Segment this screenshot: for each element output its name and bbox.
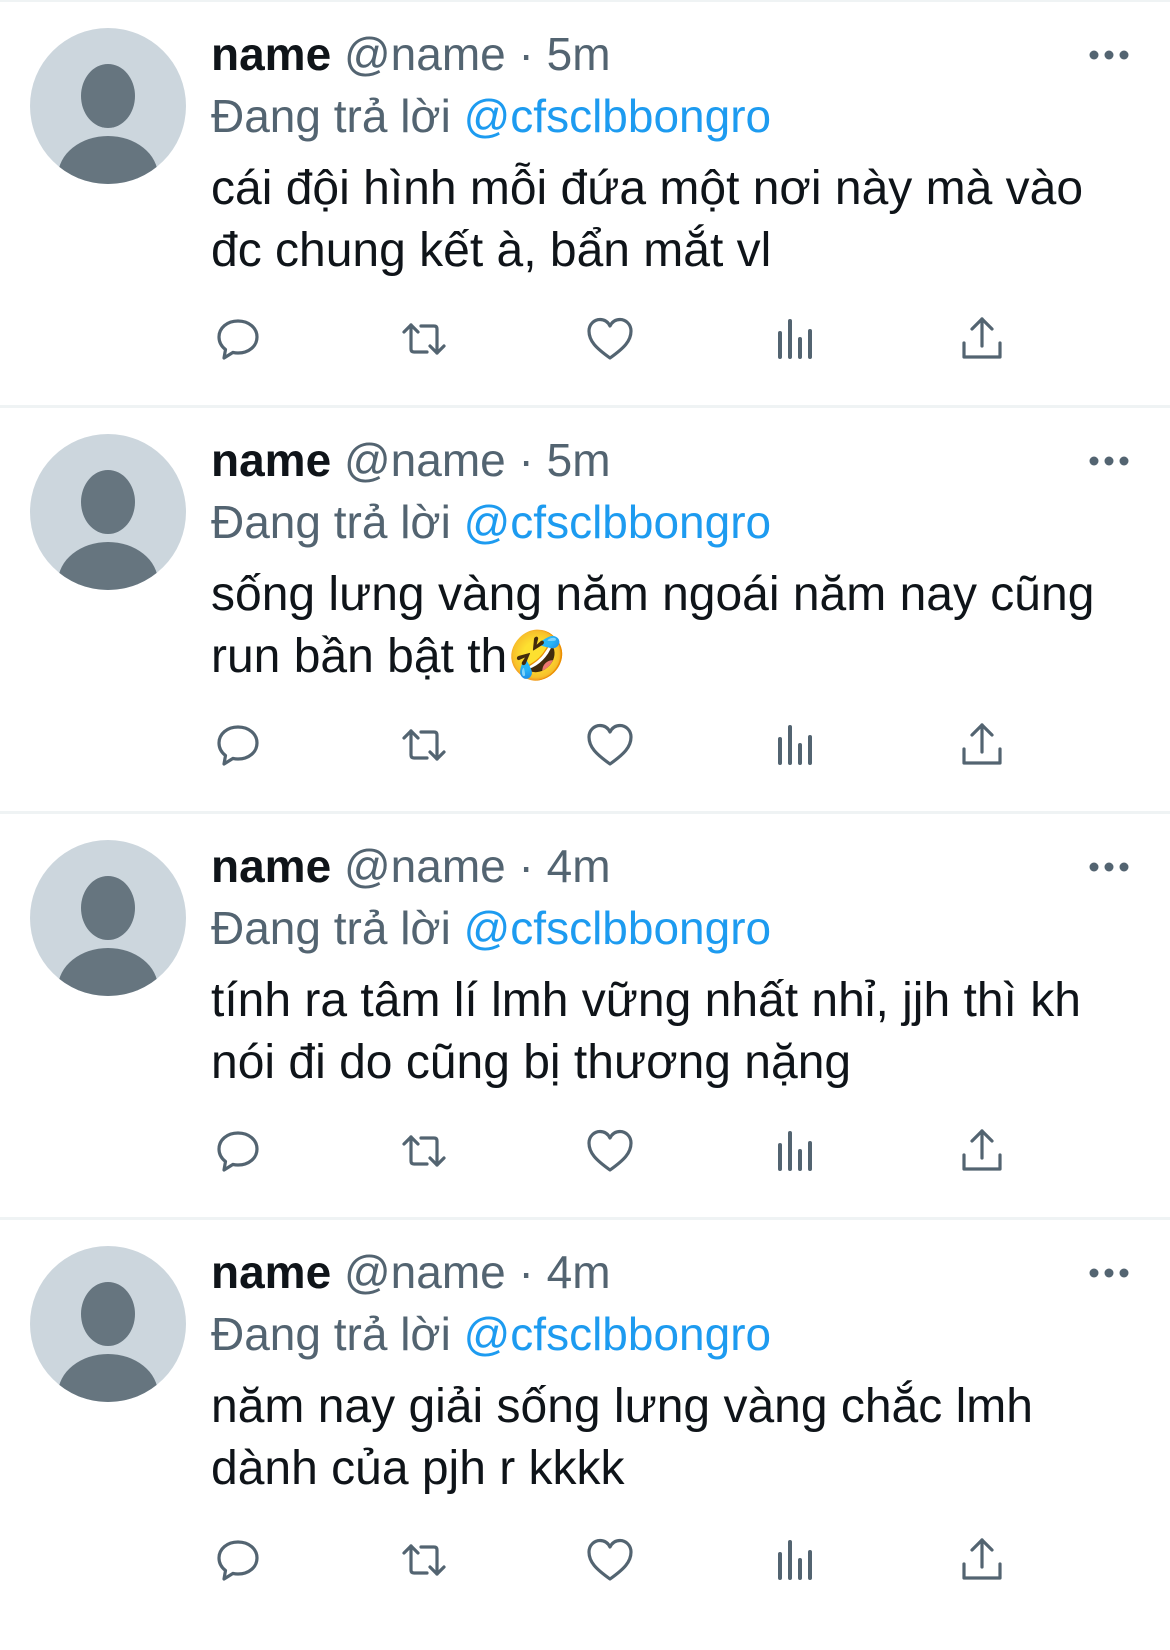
tweet-content: name @name · 5m Đang trả lời @cfsclbbong… (211, 24, 1140, 282)
tweet-actions (211, 1127, 1170, 1175)
default-avatar-icon[interactable] (30, 1246, 186, 1402)
heart-icon[interactable] (586, 315, 634, 363)
user-handle[interactable]: @name (344, 1246, 506, 1298)
tweet-content: name @name · 4m Đang trả lời @cfsclbbong… (211, 836, 1140, 1094)
reply-icon[interactable] (214, 1536, 262, 1584)
replying-to-line: Đang trả lời @cfsclbbongro (211, 490, 1140, 554)
replying-prefix: Đang trả lời (211, 902, 451, 954)
timestamp[interactable]: 5m (547, 434, 611, 486)
default-avatar-icon[interactable] (30, 840, 186, 996)
tweet[interactable]: name @name · 5m Đang trả lời @cfsclbbong… (0, 408, 1170, 814)
views-icon[interactable] (772, 1127, 820, 1175)
mention-link[interactable]: @cfsclbbongro (464, 90, 772, 142)
default-avatar-icon[interactable] (30, 28, 186, 184)
timeline: name @name · 5m Đang trả lời @cfsclbbong… (0, 2, 1170, 1626)
heart-icon[interactable] (586, 1127, 634, 1175)
tweet-actions (211, 721, 1170, 769)
timestamp[interactable]: 4m (547, 840, 611, 892)
tweet-content: name @name · 5m Đang trả lời @cfsclbbong… (211, 430, 1140, 688)
share-icon[interactable] (958, 1127, 1006, 1175)
separator-dot: · (518, 1246, 534, 1298)
tweet[interactable]: name @name · 5m Đang trả lời @cfsclbbong… (0, 2, 1170, 408)
reply-icon[interactable] (214, 1127, 262, 1175)
user-handle[interactable]: @name (344, 28, 506, 80)
timestamp[interactable]: 5m (547, 28, 611, 80)
tweet-text: năm nay giải sống lưng vàng chắc lmh dàn… (211, 1380, 1033, 1495)
mention-link[interactable]: @cfsclbbongro (464, 902, 772, 954)
mention-link[interactable]: @cfsclbbongro (464, 1308, 772, 1360)
tweet-header: name @name · 4m (211, 836, 1140, 896)
tweet-actions (211, 315, 1170, 363)
avatar-silhouette (58, 876, 158, 996)
default-avatar-icon[interactable] (30, 434, 186, 590)
replying-prefix: Đang trả lời (211, 90, 451, 142)
timestamp[interactable]: 4m (547, 1246, 611, 1298)
tweet-actions (211, 1536, 1170, 1584)
retweet-icon[interactable] (400, 721, 448, 769)
mention-link[interactable]: @cfsclbbongro (464, 496, 772, 548)
tweet-text: cái đội hình mỗi đứa một nơi này mà vào … (211, 162, 1084, 277)
tweet-header: name @name · 4m (211, 1242, 1140, 1302)
views-icon[interactable] (772, 315, 820, 363)
avatar-silhouette (58, 64, 158, 184)
reply-icon[interactable] (214, 315, 262, 363)
heart-icon[interactable] (586, 1536, 634, 1584)
separator-dot: · (518, 434, 534, 486)
display-name[interactable]: name (211, 840, 331, 892)
tweet-header: name @name · 5m (211, 24, 1140, 84)
views-icon[interactable] (772, 1536, 820, 1584)
replying-prefix: Đang trả lời (211, 1308, 451, 1360)
replying-to-line: Đang trả lời @cfsclbbongro (211, 84, 1140, 148)
tweet-header: name @name · 5m (211, 430, 1140, 490)
replying-to-line: Đang trả lời @cfsclbbongro (211, 896, 1140, 960)
views-icon[interactable] (772, 721, 820, 769)
display-name[interactable]: name (211, 434, 331, 486)
user-handle[interactable]: @name (344, 840, 506, 892)
avatar-silhouette (58, 1282, 158, 1402)
replying-to-line: Đang trả lời @cfsclbbongro (211, 1302, 1140, 1366)
separator-dot: · (518, 840, 534, 892)
display-name[interactable]: name (211, 28, 331, 80)
retweet-icon[interactable] (400, 1127, 448, 1175)
tweet-content: name @name · 4m Đang trả lời @cfsclbbong… (211, 1242, 1140, 1500)
retweet-icon[interactable] (400, 315, 448, 363)
share-icon[interactable] (958, 721, 1006, 769)
user-handle[interactable]: @name (344, 434, 506, 486)
tweet-text: sống lưng vàng năm ngoái năm nay cũng ru… (211, 568, 1095, 683)
display-name[interactable]: name (211, 1246, 331, 1298)
avatar-silhouette (58, 470, 158, 590)
reply-icon[interactable] (214, 721, 262, 769)
tweet[interactable]: name @name · 4m Đang trả lời @cfsclbbong… (0, 814, 1170, 1220)
separator-dot: · (518, 28, 534, 80)
share-icon[interactable] (958, 1536, 1006, 1584)
tweet[interactable]: name @name · 4m Đang trả lời @cfsclbbong… (0, 1220, 1170, 1626)
tweet-text: tính ra tâm lí lmh vững nhất nhỉ, jjh th… (211, 974, 1081, 1089)
share-icon[interactable] (958, 315, 1006, 363)
retweet-icon[interactable] (400, 1536, 448, 1584)
heart-icon[interactable] (586, 721, 634, 769)
replying-prefix: Đang trả lời (211, 496, 451, 548)
